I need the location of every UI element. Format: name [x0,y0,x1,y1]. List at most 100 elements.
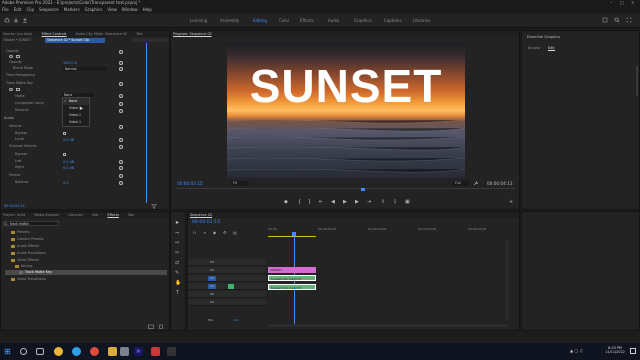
tab-audio-clip-mixer[interactable]: Audio Clip Mixer: Sequence 02 [76,32,128,36]
reset-icon[interactable] [119,82,123,86]
menu-markers[interactable]: Markers [64,7,80,12]
reset-icon[interactable] [119,138,123,142]
new-bin-icon[interactable] [148,324,154,329]
reset-icon[interactable] [119,125,123,129]
sequence-clip-selector[interactable]: Sequence 02 * Sunset Clip [45,38,105,43]
home-icon[interactable] [4,17,10,23]
reset-icon[interactable] [119,166,123,170]
import-icon[interactable] [13,17,19,23]
reset-icon[interactable] [119,61,123,65]
tab-markers[interactable]: Mar [128,213,134,217]
search-icon[interactable] [614,17,620,23]
track-matte-mask-tools[interactable] [9,87,27,91]
tray-icons[interactable]: ▲ ▢ ♫ [570,348,583,353]
workspace-editing[interactable]: Editing [253,18,267,23]
export-icon[interactable] [22,17,28,23]
menu-sequence[interactable]: Sequence [39,7,59,12]
snap-icon[interactable]: ∩ [193,230,196,235]
track-header-a1[interactable]: A1 [188,283,266,290]
resolution-select[interactable]: Full [453,181,469,186]
selection-tool-icon[interactable]: ➤ [175,220,179,226]
tab-info[interactable]: Info [92,213,98,217]
track-select-tool-icon[interactable]: ⇒ [175,230,179,236]
eg-scrollbar[interactable] [636,66,638,96]
close-button[interactable]: × [631,0,634,5]
quick-export-icon[interactable] [602,17,608,23]
type-tool-icon[interactable]: T [176,290,179,296]
workspace-libraries[interactable]: Libraries [413,18,430,23]
system-clock[interactable]: 8:03 PM 11/11/2022 [604,346,626,354]
reset-icon[interactable] [119,102,123,106]
step-forward-icon[interactable]: ▶ [355,199,359,205]
captions-icon[interactable]: ▤ [233,230,237,235]
settings-wrench-icon[interactable]: ⚙ [223,230,227,235]
mark-in-icon[interactable]: { [298,199,301,205]
reset-icon[interactable] [119,145,123,149]
mix-value[interactable]: 0.0 [234,318,239,322]
lift-icon[interactable]: ⇪ [381,199,385,205]
menu-view[interactable]: View [107,7,117,12]
monitor-playhead[interactable] [361,188,365,191]
scrub-bar[interactable] [177,188,515,189]
tree-item-lumetri-presets[interactable]: Lumetri Presets [11,237,43,241]
pen-tool-icon[interactable]: ✎ [175,270,179,276]
go-to-out-icon[interactable]: ⇥ [367,199,371,205]
tab-metadata[interactable]: Met [136,32,142,36]
blend-mode-select[interactable]: Normal [63,67,107,71]
work-area-bar[interactable] [268,236,316,237]
opera-icon[interactable] [90,347,99,356]
workspace-color[interactable]: Color [279,18,289,23]
dropdown-option-video-3[interactable]: Video 3 [63,105,89,112]
premiere-pro-icon[interactable]: Pr [134,347,143,356]
ec-row-track-matte-key[interactable]: Track Matte Key [6,81,33,86]
track-header-v1[interactable]: V1 [188,275,266,282]
tree-item-audio-effects[interactable]: Audio Effects [11,244,39,248]
workspace-effects[interactable]: Effects [300,18,314,23]
linked-selection-icon[interactable]: ∞ [203,230,206,235]
dropdown-option-none[interactable]: ✓ None [63,98,89,105]
opacity-value[interactable]: 100.0 % [63,61,77,65]
tab-effect-controls[interactable]: Effect Controls [42,32,67,36]
chrome-icon[interactable] [54,347,63,356]
tree-item-video-effects[interactable]: Video Effects [11,258,39,262]
notification-icon[interactable] [630,348,636,354]
tree-item-keying[interactable]: Keying [15,264,32,268]
reset-icon[interactable] [119,109,123,113]
track-header-v3[interactable]: V3 [188,259,266,266]
menu-edit[interactable]: Edit [14,7,22,12]
reset-icon[interactable] [119,181,123,185]
tab-project[interactable]: Project: Untit [3,213,25,217]
timeline-vscroll[interactable] [506,240,508,320]
app-icon[interactable] [120,347,129,356]
clip-sunset-title[interactable]: SUNSET [268,267,316,273]
trash-icon[interactable] [158,324,164,329]
edge-icon[interactable] [72,347,81,356]
right-value[interactable]: 0.0 dB [63,166,74,170]
playhead-timecode[interactable]: 00:00:02:15 [177,181,203,186]
app-icon-dark[interactable] [167,347,176,356]
tree-item-video-transitions[interactable]: Video Transitions [11,277,46,281]
timeline-timecode[interactable]: 00:00:02:15 [192,220,220,225]
ec-row-panner[interactable]: Panner [9,173,21,178]
play-icon[interactable]: ▶ [343,199,347,205]
minimize-button[interactable]: – [610,0,612,5]
add-marker-icon[interactable]: ◆ [213,230,216,235]
tree-item-track-matte-key[interactable]: Track Matte Key [19,270,52,274]
ec-row-channel-volume[interactable]: Channel Volume [9,144,37,149]
clip-sunset-video-2[interactable]: Sunset Clip.mp4 [V] [268,284,316,290]
timeline-hscroll[interactable] [268,324,508,327]
zoom-fit-select[interactable]: Fit [231,181,249,186]
extract-icon[interactable]: ⇩ [393,199,397,205]
track-header-a3[interactable]: A3 [188,299,266,306]
ripple-edit-tool-icon[interactable]: ↔ [175,240,179,246]
reset-icon[interactable] [119,174,123,178]
workspace-graphics[interactable]: Graphics [354,18,372,23]
dropdown-option-video-1[interactable]: Video 1 [63,119,89,126]
marker-icon[interactable]: ◆ [284,199,288,205]
export-frame-icon[interactable]: ▣ [405,199,410,205]
ec-row-time-remapping[interactable]: Time Remapping [6,73,35,78]
reset-icon[interactable] [119,67,123,71]
balance-value[interactable]: 0.0 [63,181,68,185]
tab-browse[interactable]: Browse [528,46,540,50]
slip-tool-icon[interactable]: ⇄ [175,260,179,266]
